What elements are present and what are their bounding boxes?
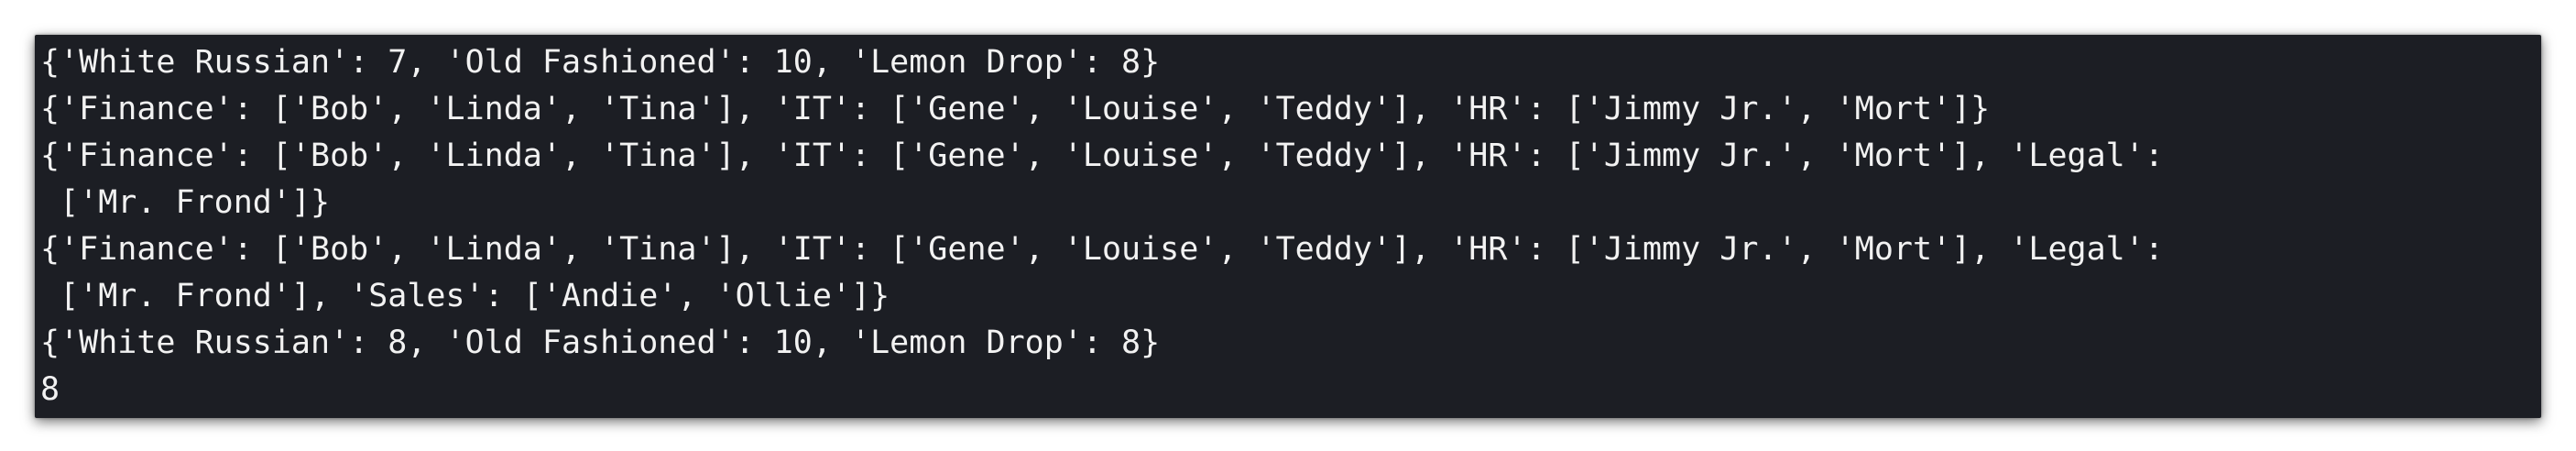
output-line-2: {'Finance': ['Bob', 'Linda', 'Tina'], 'I… <box>40 91 1991 127</box>
output-line-3: {'Finance': ['Bob', 'Linda', 'Tina'], 'I… <box>40 138 2164 174</box>
output-line-5: {'Finance': ['Bob', 'Linda', 'Tina'], 'I… <box>40 231 2164 268</box>
output-line-8: 8 <box>40 371 60 408</box>
output-line-1: {'White Russian': 7, 'Old Fashioned': 10… <box>40 44 1161 81</box>
output-line-6: ['Mr. Frond'], 'Sales': ['Andie', 'Ollie… <box>40 278 890 314</box>
terminal-output: {'White Russian': 7, 'Old Fashioned': 10… <box>35 35 2541 418</box>
output-line-7: {'White Russian': 8, 'Old Fashioned': 10… <box>40 324 1161 361</box>
output-line-4: ['Mr. Frond']} <box>40 184 331 221</box>
